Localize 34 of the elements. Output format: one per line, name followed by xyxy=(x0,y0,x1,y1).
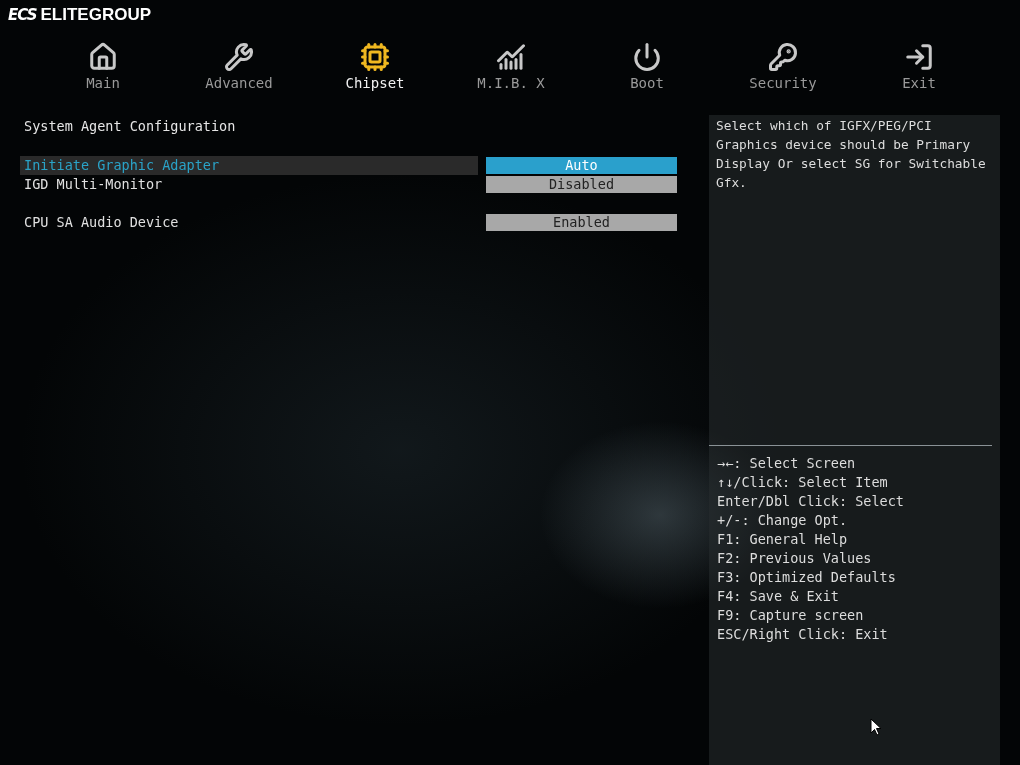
key-hint: +/-: Change Opt. xyxy=(717,511,849,530)
exit-icon xyxy=(904,42,934,72)
key-hint: →←: Select Screen xyxy=(717,454,857,473)
key-hint: Enter/Dbl Click: Select xyxy=(717,492,905,511)
help-text: Select which of IGFX/PEG/PCI Graphics device should be Primary Display Or select SG for Switchable Gfx. xyxy=(715,117,987,192)
key-hint: F3: Optimized Defaults xyxy=(717,568,897,587)
key-icon xyxy=(768,42,798,72)
power-icon xyxy=(632,42,662,72)
menu-tab[interactable]: Advanced xyxy=(171,42,307,102)
menu-tab[interactable]: Exit xyxy=(851,42,987,102)
section-title: System Agent Configuration xyxy=(23,117,237,136)
key-hint: F2: Previous Values xyxy=(717,549,873,568)
key-hint: F4: Save & Exit xyxy=(717,587,840,606)
setting-value[interactable]: Disabled xyxy=(486,176,677,193)
setting-value[interactable]: Enabled xyxy=(486,214,677,231)
chip-icon xyxy=(360,42,390,72)
brand-name: ELITEGROUP xyxy=(40,5,152,25)
setting-label[interactable]: CPU SA Audio Device xyxy=(20,213,478,232)
chart-icon xyxy=(496,42,526,72)
menu-tab[interactable]: M.I.B. X xyxy=(443,42,579,102)
mouse-pointer-icon xyxy=(870,718,882,736)
menu-tab[interactable]: Boot xyxy=(579,42,715,102)
setting-label[interactable]: Initiate Graphic Adapter xyxy=(20,156,478,175)
wrench-icon xyxy=(224,42,254,72)
brand-logo: ECS xyxy=(8,6,37,24)
key-hint: F9: Capture screen xyxy=(717,606,865,625)
setting-label[interactable]: IGD Multi-Monitor xyxy=(20,175,478,194)
key-hint: ↑↓/Click: Select Item xyxy=(717,473,889,492)
menu-tab[interactable]: Main xyxy=(35,42,171,102)
menu-tab[interactable]: Chipset xyxy=(307,42,443,102)
key-hint: ESC/Right Click: Exit xyxy=(717,625,889,644)
key-hint: F1: General Help xyxy=(717,530,849,549)
menu-tab[interactable]: Security xyxy=(715,42,851,102)
house-icon xyxy=(88,42,118,72)
